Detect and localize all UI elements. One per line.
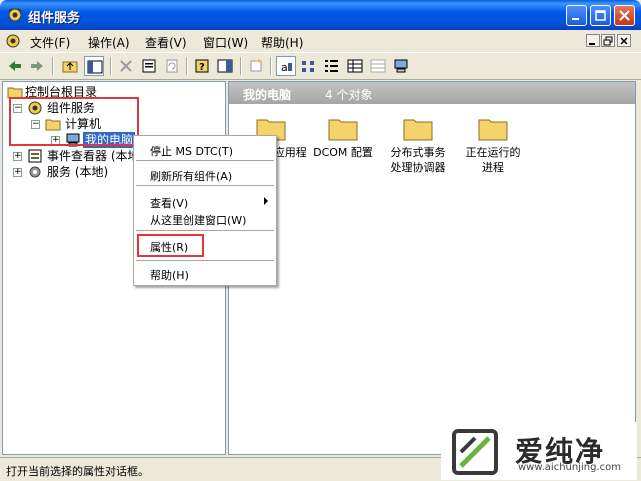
close-icon [619, 10, 630, 21]
folder-up-icon [62, 61, 78, 73]
gear-icon [29, 166, 41, 178]
computer-view-button[interactable] [391, 56, 411, 76]
mdi-restore-button[interactable] [601, 34, 615, 47]
status-text: 打开当前选择的属性对话框。 [6, 465, 149, 478]
action-pane-icon [217, 59, 233, 73]
highlight-box-properties [137, 234, 204, 257]
delete-x-icon [120, 60, 132, 72]
title-bar[interactable]: 组件服务 [0, 0, 641, 30]
aichunjing-logo-icon [452, 429, 498, 475]
folder-icon [403, 119, 433, 141]
properties-icon [142, 59, 156, 73]
folder-running-processes[interactable]: 正在运行的 进程 [453, 112, 533, 182]
menu-help[interactable]: 帮助(H) [261, 34, 303, 51]
result-pane-title: 我的电脑 [243, 88, 292, 102]
folder-icon [328, 119, 358, 141]
new-window-button[interactable] [246, 56, 266, 76]
export-list-button[interactable] [368, 56, 388, 76]
menu-separator [136, 185, 274, 186]
refresh-icon [166, 59, 178, 73]
ctx-view[interactable]: 查看(V) [150, 195, 188, 211]
restore-icon [603, 36, 613, 46]
list-icon [325, 60, 338, 72]
expand-icon[interactable]: + [13, 168, 22, 177]
result-pane[interactable]: 我的电脑 4 个对象 COM+ 应用程序 DCOM 配置 分布式事务 处理协调器… [228, 81, 636, 455]
expand-icon[interactable]: + [13, 152, 22, 161]
console-tree-icon [87, 60, 103, 74]
minimize-icon [589, 43, 595, 45]
menu-separator [136, 230, 274, 231]
watermark-url: www.aichunjing.com [518, 462, 621, 473]
menu-separator [136, 160, 274, 161]
component-services-window: 组件服务 文件(F) 操作(A) 查看(V) 窗口(W) 帮助(H) ? a 控… [0, 0, 641, 481]
menu-separator [136, 260, 274, 261]
maximize-button[interactable] [590, 5, 611, 26]
small-icons-view-button[interactable] [299, 56, 319, 76]
ctx-refresh-all-components[interactable]: 刷新所有组件(A) [150, 168, 232, 184]
toolbar: ? a [0, 53, 641, 80]
component-services-icon [8, 8, 22, 22]
minimize-icon [572, 18, 579, 20]
refresh-button[interactable] [162, 56, 182, 76]
menu-bar: 文件(F) 操作(A) 查看(V) 窗口(W) 帮助(H) [0, 30, 641, 53]
forward-button[interactable] [27, 56, 47, 76]
menu-action[interactable]: 操作(A) [88, 34, 130, 51]
mdi-close-button[interactable] [617, 34, 631, 47]
object-count: 4 个对象 [325, 88, 373, 102]
system-menu-icon[interactable] [5, 33, 21, 49]
result-pane-header: 我的电脑 4 个对象 [229, 82, 635, 104]
forward-arrow-icon [31, 61, 43, 71]
window-title: 组件服务 [28, 11, 81, 26]
menu-window[interactable]: 窗口(W) [203, 34, 248, 51]
maximize-icon [595, 10, 606, 21]
submenu-arrow-icon [264, 197, 268, 205]
close-icon [620, 37, 628, 45]
ctx-stop-ms-dtc[interactable]: 停止 MS DTC(T) [150, 143, 233, 159]
mdi-minimize-button[interactable] [586, 34, 600, 47]
minimize-button[interactable] [566, 5, 587, 26]
context-menu: 停止 MS DTC(T) 刷新所有组件(A) 查看(V) 从这里创建窗口(W) … [133, 135, 277, 286]
properties-button[interactable] [139, 56, 159, 76]
small-icons-icon [302, 61, 314, 72]
event-viewer-icon [28, 149, 42, 163]
help-button[interactable]: ? [192, 56, 212, 76]
menu-view[interactable]: 查看(V) [145, 34, 187, 51]
highlight-box-component-services [9, 97, 139, 146]
folder-dcom-config[interactable]: DCOM 配置 [303, 112, 383, 182]
action-pane-button[interactable] [215, 56, 235, 76]
export-list-icon [370, 59, 386, 73]
ctx-help[interactable]: 帮助(H) [150, 267, 189, 283]
delete-button[interactable] [116, 56, 136, 76]
svg-text:?: ? [199, 62, 205, 73]
folder-distributed-transaction[interactable]: 分布式事务 处理协调器 [378, 112, 458, 182]
folder-icon [478, 119, 508, 141]
back-button[interactable] [5, 56, 25, 76]
menu-file[interactable]: 文件(F) [30, 34, 70, 51]
list-view-button[interactable] [322, 56, 342, 76]
large-icons-view-button[interactable]: a [276, 56, 296, 76]
new-window-icon [250, 59, 262, 72]
ctx-new-window-from-here[interactable]: 从这里创建窗口(W) [150, 212, 246, 228]
details-view-button[interactable] [345, 56, 365, 76]
show-hide-tree-button[interactable] [84, 56, 104, 76]
computer-icon [394, 59, 408, 73]
svg-text:a: a [281, 61, 288, 74]
large-icons-icon: a [281, 61, 292, 74]
back-arrow-icon [9, 61, 21, 71]
help-icon: ? [195, 59, 209, 73]
up-level-button[interactable] [60, 56, 80, 76]
close-button[interactable] [614, 5, 635, 26]
details-icon [347, 59, 363, 73]
